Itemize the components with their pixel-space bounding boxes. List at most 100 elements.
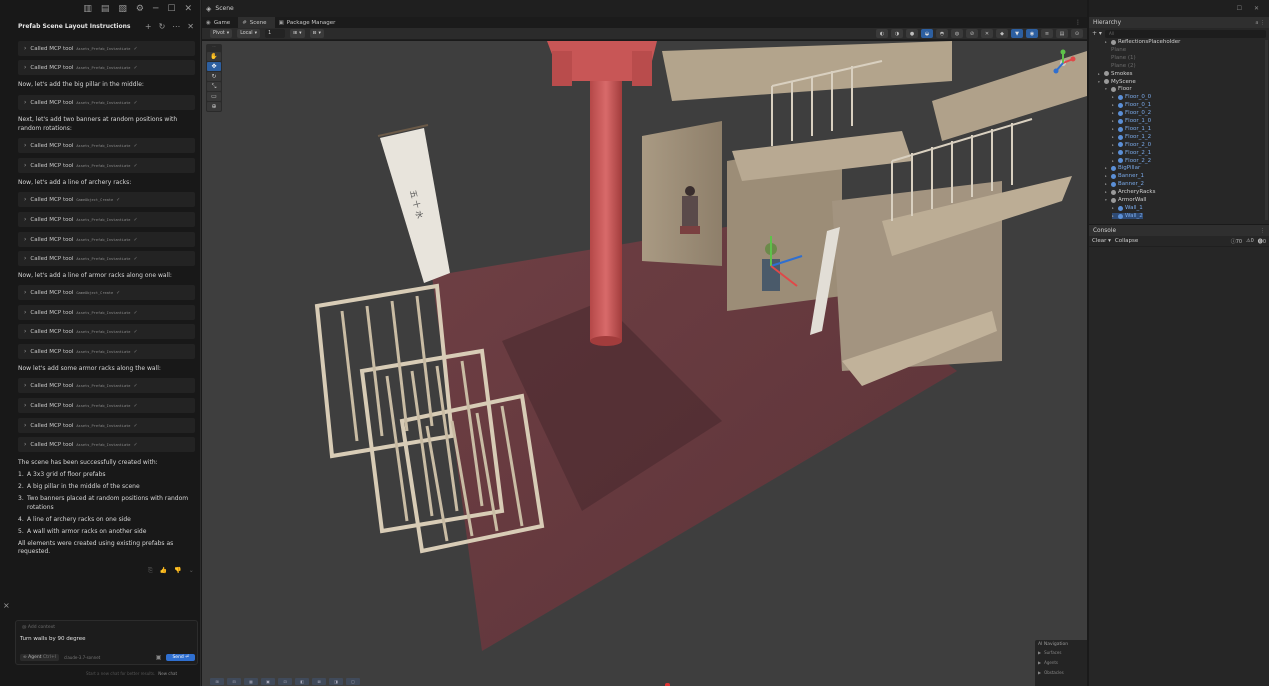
nav-agents[interactable]: ▶ Agents bbox=[1038, 660, 1084, 666]
view-option-button-icon[interactable]: ▤ bbox=[1056, 29, 1068, 38]
overlay-tool-icon[interactable]: ▣ bbox=[261, 678, 275, 685]
view-option-button-icon[interactable]: ◆ bbox=[996, 29, 1008, 38]
tool-call-row[interactable]: › Called MCP tool Assets_Prefab_Instantiat… bbox=[18, 212, 195, 227]
overlay-tool-icon[interactable]: ▦ bbox=[244, 678, 258, 685]
model-selector[interactable]: claude-3.7-sonnet bbox=[64, 655, 151, 660]
tool-call-row[interactable]: › Called MCP tool Assets_Prefab_Instantiat… bbox=[18, 158, 195, 173]
tool-call-row[interactable]: › Called MCP tool Assets_Prefab_Instantiat… bbox=[18, 344, 195, 359]
view-option-button-icon[interactable]: ⊙ bbox=[1071, 29, 1083, 38]
view-option-button-icon[interactable]: ▼ bbox=[1011, 29, 1023, 38]
tool-call-row[interactable]: › Called MCP tool Assets_Prefab_Instantiat… bbox=[18, 305, 195, 320]
new-chat-plus-icon[interactable]: + bbox=[145, 22, 152, 31]
info-count[interactable]: ⓘ70 bbox=[1231, 238, 1242, 245]
view-option-button-icon[interactable]: ⊘ bbox=[966, 29, 978, 38]
tab-game[interactable]: ◉ Game bbox=[202, 17, 238, 28]
send-button[interactable]: Send ⏎ bbox=[166, 654, 195, 661]
view-option-button-icon[interactable]: ◉ bbox=[1026, 29, 1038, 38]
add-context-button[interactable]: @ Add context bbox=[22, 625, 55, 630]
hierarchy-item[interactable]: ▸ Banner_2 bbox=[1105, 181, 1144, 188]
hierarchy-item[interactable]: ▸ Wall_1 bbox=[1112, 205, 1143, 212]
overlay-tool-icon[interactable]: ⊞ bbox=[210, 678, 224, 685]
clear-button[interactable]: Clear ▾ bbox=[1092, 238, 1111, 244]
hierarchy-item[interactable]: ▸ ReflectionsPlaceholder bbox=[1105, 39, 1180, 46]
panel-close-icon[interactable]: × bbox=[3, 601, 10, 610]
hierarchy-item[interactable]: ▸ Floor_2_2 bbox=[1112, 158, 1151, 165]
hierarchy-item[interactable]: ▸ Smokes bbox=[1098, 71, 1132, 78]
layout-bottom-icon[interactable]: ▤ bbox=[101, 4, 110, 14]
minimize-icon[interactable]: ─ bbox=[153, 4, 158, 14]
attach-image-icon[interactable]: ▣ bbox=[156, 654, 162, 661]
hierarchy-item[interactable]: ▸ Floor_0_2 bbox=[1112, 110, 1151, 117]
layout-left-icon[interactable]: ▥ bbox=[83, 4, 92, 14]
hierarchy-item[interactable]: ▸ Banner_1 bbox=[1105, 173, 1144, 180]
tool-call-row[interactable]: › Called MCP tool GameObject_Create ✓ bbox=[18, 285, 195, 300]
tool-call-row[interactable]: › Called MCP tool Assets_Prefab_Instantiat… bbox=[18, 324, 195, 339]
thumbs-up-icon[interactable]: 👍 bbox=[160, 567, 167, 575]
hand-tool-icon[interactable]: ✋ bbox=[207, 52, 221, 61]
hierarchy-scrollbar[interactable] bbox=[1265, 40, 1268, 220]
rect-tool-icon[interactable]: ▭ bbox=[207, 92, 221, 101]
tool-call-row[interactable]: › Called MCP tool Assets_Prefab_Instantiat… bbox=[18, 41, 195, 56]
grid-size-input[interactable]: 1 bbox=[265, 29, 286, 38]
view-option-button-icon[interactable]: ◍ bbox=[951, 29, 963, 38]
hierarchy-menu-icon[interactable]: a ⋮ bbox=[1255, 20, 1265, 26]
hierarchy-item[interactable]: ▸ Floor_0_0 bbox=[1112, 94, 1151, 101]
hierarchy-item[interactable]: ▸ Floor_1_2 bbox=[1112, 134, 1151, 141]
hierarchy-item[interactable]: ▸ Floor_1_0 bbox=[1112, 118, 1151, 125]
console-menu-icon[interactable]: ⋮ bbox=[1260, 228, 1265, 234]
view-option-button-icon[interactable]: ≡ bbox=[1041, 29, 1053, 38]
overlay-tool-icon[interactable]: ⊡ bbox=[278, 678, 292, 685]
copy-icon[interactable]: ⎘ bbox=[148, 567, 153, 575]
hierarchy-search-input[interactable]: All bbox=[1104, 29, 1266, 38]
maximize-icon[interactable]: ☐ bbox=[167, 4, 175, 14]
pivot-dropdown[interactable]: Pivot ▾ bbox=[210, 29, 233, 38]
thumbs-down-icon[interactable]: 👎 bbox=[174, 567, 181, 575]
tool-call-row[interactable]: › Called MCP tool Assets_Prefab_Instantiat… bbox=[18, 95, 195, 110]
scene-viewport[interactable]: 五 十 水 ··· ✋ ✥ ↻ ⤡ ▭ ⊕ AI Navigation ▶ Su… bbox=[202, 41, 1087, 686]
tool-call-row[interactable]: › Called MCP tool Assets_Prefab_Instantiat… bbox=[18, 437, 195, 452]
hierarchy-item[interactable]: ▸ Floor_1_1 bbox=[1112, 126, 1151, 133]
hierarchy-item[interactable]: ▸ ArcheryRacks bbox=[1105, 189, 1155, 196]
add-object-icon[interactable]: + ▾ bbox=[1092, 30, 1102, 37]
overlay-tool-icon[interactable]: ▢ bbox=[346, 678, 360, 685]
hierarchy-item[interactable]: ▸ BigPillar bbox=[1105, 165, 1140, 172]
grid-dropdown[interactable]: ⊞ ▾ bbox=[290, 29, 305, 38]
tool-call-row[interactable]: › Called MCP tool GameObject_Create ✓ bbox=[18, 192, 195, 207]
move-tool-icon[interactable]: ✥ bbox=[207, 62, 221, 71]
rotate-tool-icon[interactable]: ↻ bbox=[207, 72, 221, 81]
collapse-button[interactable]: Collapse bbox=[1115, 238, 1138, 244]
nav-obstacles[interactable]: ▶ Obstacles bbox=[1038, 670, 1084, 676]
close-window-icon[interactable]: ✕ bbox=[1254, 5, 1259, 12]
view-option-button-icon[interactable]: ◓ bbox=[936, 29, 948, 38]
hierarchy-item[interactable]: ▸ Floor_2_1 bbox=[1112, 150, 1151, 157]
hierarchy-item[interactable]: ▸ Wall_2 bbox=[1112, 212, 1143, 220]
window-close-icon[interactable]: ✕ bbox=[184, 4, 192, 14]
history-icon[interactable]: ↻ bbox=[159, 22, 166, 31]
tool-call-row[interactable]: › Called MCP tool Assets_Prefab_Instantiat… bbox=[18, 378, 195, 393]
hierarchy-item[interactable]: ▸ Floor_0_1 bbox=[1112, 102, 1151, 109]
overlay-tool-icon[interactable]: ⊠ bbox=[312, 678, 326, 685]
tabs-more-icon[interactable]: ⋮ bbox=[1075, 19, 1087, 26]
hierarchy-tab[interactable]: Hierarchy a ⋮ bbox=[1089, 17, 1269, 28]
view-option-button-icon[interactable]: ◒ bbox=[921, 29, 933, 38]
hierarchy-item[interactable]: ▾ ArmorWall bbox=[1105, 197, 1146, 204]
view-option-button-icon[interactable]: ● bbox=[906, 29, 918, 38]
console-tab[interactable]: Console ⋮ bbox=[1089, 225, 1269, 236]
view-option-button-icon[interactable]: ◐ bbox=[876, 29, 888, 38]
new-chat-link[interactable]: New chat bbox=[158, 671, 177, 676]
tool-call-row[interactable]: › Called MCP tool Assets_Prefab_Instantiat… bbox=[18, 418, 195, 433]
tool-call-row[interactable]: › Called MCP tool Assets_Prefab_Instantiat… bbox=[18, 398, 195, 413]
tool-call-row[interactable]: › Called MCP tool Assets_Prefab_Instantiat… bbox=[18, 251, 195, 266]
view-option-button-icon[interactable]: ◑ bbox=[891, 29, 903, 38]
overlay-tool-icon[interactable]: ◨ bbox=[329, 678, 343, 685]
overlay-tool-icon[interactable]: ◧ bbox=[295, 678, 309, 685]
tool-call-row[interactable]: › Called MCP tool Assets_Prefab_Instantiat… bbox=[18, 232, 195, 247]
hierarchy-item[interactable]: ▸ Floor_2_0 bbox=[1112, 142, 1151, 149]
maximize-window-icon[interactable]: ☐ bbox=[1237, 5, 1242, 12]
nav-surfaces[interactable]: ▶ Surfaces bbox=[1038, 650, 1084, 656]
layout-right-icon[interactable]: ▧ bbox=[118, 4, 127, 14]
orientation-gizmo[interactable] bbox=[1049, 49, 1077, 77]
overlay-tool-icon[interactable]: ⊟ bbox=[227, 678, 241, 685]
more-options-icon[interactable]: ⋯ bbox=[172, 22, 180, 31]
view-option-button-icon[interactable]: ✕ bbox=[981, 29, 993, 38]
